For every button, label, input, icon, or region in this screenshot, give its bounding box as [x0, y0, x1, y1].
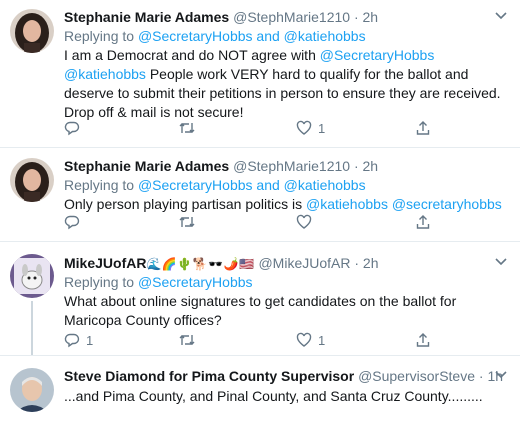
tweet-text: I am a Democrat and do NOT agree with @S…: [64, 46, 510, 122]
replying-to: Replying to @SecretaryHobbs and @katieho…: [64, 27, 510, 45]
retweet-icon: [178, 214, 196, 230]
avatar[interactable]: [10, 9, 54, 53]
tweet-text: What about online signatures to get cand…: [64, 293, 457, 328]
replying-label: Replying to: [64, 28, 135, 44]
tweet-actions: 1: [64, 120, 484, 138]
reply-icon: [64, 214, 80, 230]
display-name[interactable]: MikeJUofAR: [64, 255, 146, 271]
like-icon: [296, 214, 312, 230]
tweet[interactable]: Steve Diamond for Pima County Supervisor…: [0, 355, 520, 436]
tweet[interactable]: MikeJUofAR🌊🌈🌵🐕🕶️🌶️🇺🇸 @MikeJUofAR · 2h Re…: [0, 243, 520, 355]
separator: ·: [353, 9, 359, 25]
tweet-text-part: I am a Democrat and do NOT agree with: [64, 47, 320, 63]
share-button[interactable]: [415, 120, 431, 136]
retweet-icon: [178, 332, 196, 348]
replying-label: Replying to: [64, 274, 135, 290]
timestamp[interactable]: 1h: [487, 368, 503, 384]
thread-line: [31, 301, 33, 355]
replying-to: Replying to @SecretaryHobbs and @katieho…: [64, 176, 510, 194]
tweet-header: Steve Diamond for Pima County Supervisor…: [64, 367, 510, 385]
tweet-text: Only person playing partisan politics is…: [64, 195, 510, 214]
user-handle[interactable]: @SupervisorSteve: [358, 368, 475, 384]
reply-icon: [64, 332, 80, 348]
reply-button[interactable]: [64, 120, 80, 136]
retweet-button[interactable]: [178, 332, 196, 348]
share-icon: [415, 332, 431, 348]
retweet-button[interactable]: [178, 214, 196, 230]
replying-to: Replying to @SecretaryHobbs: [64, 273, 510, 291]
share-icon: [415, 120, 431, 136]
separator: ·: [478, 368, 484, 384]
timestamp[interactable]: 2h: [363, 158, 379, 174]
user-handle[interactable]: @StephMarie1210: [233, 158, 350, 174]
display-name[interactable]: Steve Diamond for Pima County Supervisor: [64, 368, 354, 384]
like-button[interactable]: 1: [296, 120, 325, 136]
mention-link[interactable]: @SecretaryHobbs: [320, 47, 435, 63]
avatar[interactable]: [10, 254, 54, 298]
reply-count: 1: [86, 332, 94, 348]
like-icon: [296, 120, 312, 136]
like-button[interactable]: 1: [296, 332, 325, 348]
display-name[interactable]: Stephanie Marie Adames: [64, 158, 229, 174]
reply-button[interactable]: 1: [64, 332, 93, 348]
avatar[interactable]: [10, 368, 54, 412]
user-handle[interactable]: @MikeJUofAR: [258, 255, 350, 271]
replying-to-link[interactable]: @SecretaryHobbs and @katiehobbs: [138, 28, 366, 44]
mention-link[interactable]: @katiehobbs: [64, 66, 146, 82]
display-name[interactable]: Stephanie Marie Adames: [64, 9, 229, 25]
tweet[interactable]: Stephanie Marie Adames @StephMarie1210 ·…: [0, 149, 520, 242]
tweet-actions: [64, 214, 484, 232]
timestamp[interactable]: 2h: [363, 255, 379, 271]
share-button[interactable]: [415, 214, 431, 230]
retweet-icon: [178, 120, 196, 136]
like-count: 1: [318, 120, 326, 136]
tweet-text: ...and Pima County, and Pinal County, an…: [64, 388, 483, 404]
separator: ·: [354, 255, 360, 271]
share-button[interactable]: [415, 332, 431, 348]
share-icon: [415, 214, 431, 230]
tweet[interactable]: Stephanie Marie Adames @StephMarie1210 ·…: [0, 0, 520, 148]
reply-button[interactable]: [64, 214, 80, 230]
tweet-header: Stephanie Marie Adames @StephMarie1210 ·…: [64, 8, 510, 26]
tweet-text-part: Only person playing partisan politics is: [64, 196, 307, 212]
tweet-header: MikeJUofAR🌊🌈🌵🐕🕶️🌶️🇺🇸 @MikeJUofAR · 2h: [64, 254, 510, 272]
like-count: 1: [318, 332, 326, 348]
retweet-button[interactable]: [178, 120, 196, 136]
mention-link[interactable]: @secretaryhobbs: [392, 196, 502, 212]
avatar[interactable]: [10, 158, 54, 202]
tweet-header: Stephanie Marie Adames @StephMarie1210 ·…: [64, 157, 510, 175]
like-icon: [296, 332, 312, 348]
replying-label: Replying to: [64, 177, 135, 193]
mention-link[interactable]: @katiehobbs: [306, 196, 388, 212]
name-emoji: 🌊🌈🌵🐕🕶️🌶️🇺🇸: [146, 257, 255, 271]
replying-to-link[interactable]: @SecretaryHobbs: [138, 274, 253, 290]
like-button[interactable]: [296, 214, 312, 230]
separator: ·: [353, 158, 359, 174]
user-handle[interactable]: @StephMarie1210: [233, 9, 350, 25]
reply-icon: [64, 120, 80, 136]
replying-to-link[interactable]: @SecretaryHobbs and @katiehobbs: [138, 177, 366, 193]
timestamp[interactable]: 2h: [363, 9, 379, 25]
tweet-actions: 1 1: [64, 332, 484, 350]
